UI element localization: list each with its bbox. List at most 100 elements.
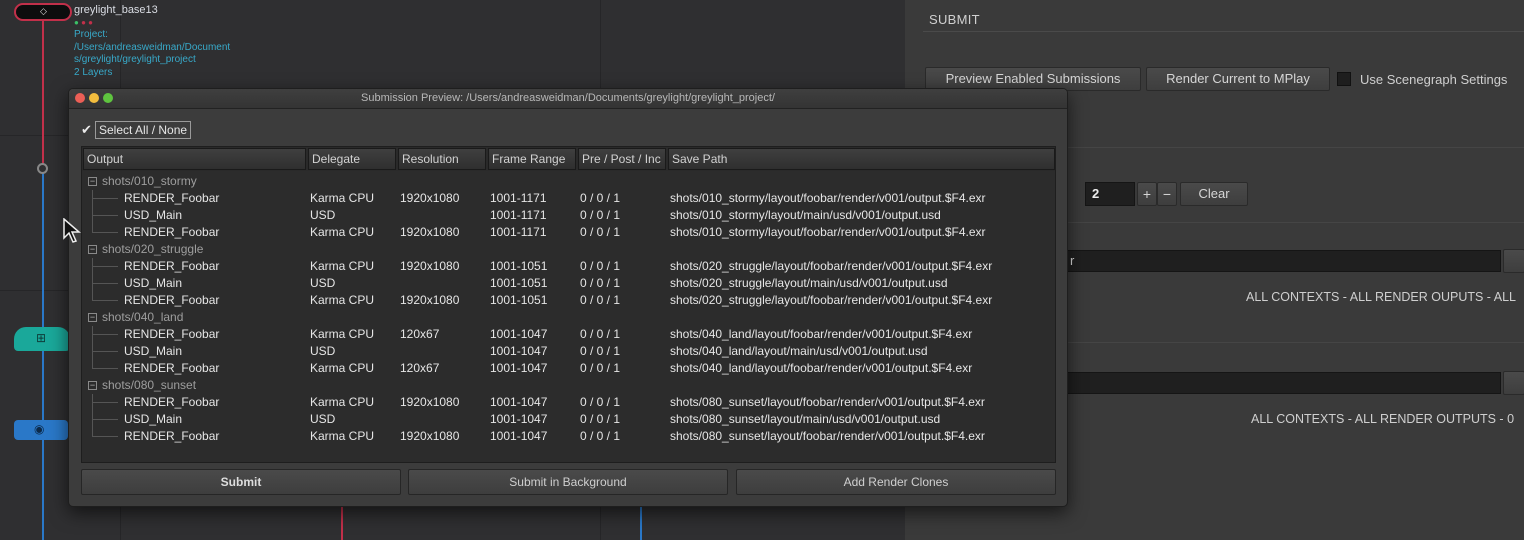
cell-path: shots/080_sunset/layout/main/usd/v001/ou… (670, 412, 941, 426)
cell-output: USD_Main (124, 344, 183, 358)
select-all-toggle[interactable]: ✔ Select All / None (81, 120, 192, 140)
cell-frames: 1001-1171 (490, 225, 547, 239)
contexts-summary-1: ALL CONTEXTS - ALL RENDER OUPUTS - ALL (1246, 290, 1516, 304)
cell-delegate: Karma CPU (310, 327, 375, 341)
cell-path: shots/010_stormy/layout/main/usd/v001/ou… (670, 208, 941, 222)
table-header: Output Delegate Resolution Frame Range P… (82, 147, 1055, 171)
tree-branch-line (92, 198, 118, 199)
cell-output: USD_Main (124, 208, 183, 222)
lop-node-blue[interactable]: ◉ (14, 420, 68, 440)
collapse-icon[interactable]: − (88, 313, 97, 322)
table-row[interactable]: USD_Main USD 1001-1047 0 / 0 / 1 shots/080_s… (82, 411, 1055, 428)
table-row[interactable]: RENDER_Foobar Karma CPU 120x67 1001-1047 0 /… (82, 326, 1055, 343)
cell-frames: 1001-1047 (490, 344, 548, 358)
cell-path: shots/010_stormy/layout/foobar/render/v0… (670, 225, 986, 239)
dialog-titlebar[interactable]: Submission Preview: /Users/andreasweidma… (69, 89, 1067, 109)
collapse-icon[interactable]: − (88, 381, 97, 390)
collapse-icon[interactable]: − (88, 245, 97, 254)
select-all-label[interactable]: Select All / None (95, 121, 192, 139)
node-flags-icon: ● ● ● (74, 17, 93, 27)
cell-frames: 1001-1171 (490, 191, 547, 205)
cell-resolution: 120x67 (400, 361, 440, 375)
cell-frames: 1001-1171 (490, 208, 547, 222)
grid-icon: ⊞ (36, 331, 47, 345)
table-row[interactable]: RENDER_Foobar Karma CPU 1920x1080 1001-1171… (82, 224, 1055, 241)
clear-button[interactable]: Clear (1180, 182, 1248, 206)
cell-output: RENDER_Foobar (124, 361, 220, 375)
divider (1035, 342, 1524, 343)
wire-dot-icon[interactable] (37, 163, 48, 174)
column-header-save-path[interactable]: Save Path (668, 148, 1055, 170)
column-header-pre-post-inc[interactable]: Pre / Post / Inc (578, 148, 666, 170)
table-row[interactable]: USD_Main USD 1001-1047 0 / 0 / 1 shots/040_l… (82, 343, 1055, 360)
table-row[interactable]: RENDER_Foobar Karma CPU 1920x1080 1001-1171… (82, 190, 1055, 207)
table-row[interactable]: RENDER_Foobar Karma CPU 1920x1080 1001-1051… (82, 258, 1055, 275)
cell-resolution: 1920x1080 (400, 293, 460, 307)
node-wire (42, 18, 44, 168)
cell-ppi: 0 / 0 / 1 (580, 412, 621, 426)
table-group-row[interactable]: − shots/080_sunset (82, 377, 1055, 394)
tree-branch-line (92, 300, 118, 301)
table-row[interactable]: RENDER_Foobar Karma CPU 120x67 1001-1047 0 /… (82, 360, 1055, 377)
field-menu-button[interactable] (1503, 249, 1524, 273)
scenegraph-label: Use Scenegraph Settings (1360, 72, 1508, 87)
cell-delegate: USD (310, 276, 336, 290)
cell-frames: 1001-1047 (490, 361, 548, 375)
render-mplay-button[interactable]: Render Current to MPlay (1146, 67, 1330, 91)
pattern-field-2[interactable] (1065, 372, 1501, 394)
column-header-frame-range[interactable]: Frame Range (488, 148, 576, 170)
cell-path: shots/010_stormy/layout/foobar/render/v0… (670, 191, 986, 205)
table-row[interactable]: USD_Main USD 1001-1051 0 / 0 / 1 shots/020_s… (82, 275, 1055, 292)
cell-ppi: 0 / 0 / 1 (580, 293, 621, 307)
cell-resolution: 1920x1080 (400, 225, 460, 239)
tree-branch-line (92, 351, 118, 352)
table-group-row[interactable]: − shots/040_land (82, 309, 1055, 326)
submit-background-button[interactable]: Submit in Background (408, 469, 728, 495)
cell-frames: 1001-1047 (490, 429, 548, 443)
table-row[interactable]: RENDER_Foobar Karma CPU 1920x1080 1001-1047… (82, 394, 1055, 411)
tree-branch-line (92, 368, 118, 369)
column-header-resolution[interactable]: Resolution (398, 148, 486, 170)
cell-delegate: USD (310, 412, 336, 426)
cell-output: RENDER_Foobar (124, 395, 220, 409)
field-menu-button[interactable] (1503, 371, 1524, 395)
decrement-button[interactable]: − (1157, 182, 1177, 206)
collapse-icon[interactable]: − (88, 177, 97, 186)
cell-delegate: Karma CPU (310, 225, 375, 239)
count-field[interactable]: 2 (1085, 182, 1135, 206)
cell-resolution: 1920x1080 (400, 191, 460, 205)
project-path-line2: s/greylight/greylight_project (74, 54, 196, 65)
cell-path: shots/080_sunset/layout/foobar/render/v0… (670, 395, 985, 409)
table-row[interactable]: USD_Main USD 1001-1171 0 / 0 / 1 shots/010_s… (82, 207, 1055, 224)
tree-branch-line (92, 215, 118, 216)
table-row[interactable]: RENDER_Foobar Karma CPU 1920x1080 1001-1051… (82, 292, 1055, 309)
table-group-row[interactable]: − shots/020_struggle (82, 241, 1055, 258)
layer-count: 2 Layers (74, 66, 113, 78)
column-header-output[interactable]: Output (83, 148, 306, 170)
cell-output: RENDER_Foobar (124, 259, 220, 273)
cell-path: shots/040_land/layout/foobar/render/v001… (670, 361, 973, 375)
column-header-delegate[interactable]: Delegate (308, 148, 396, 170)
table-row[interactable]: RENDER_Foobar Karma CPU 1920x1080 1001-1047… (82, 428, 1055, 445)
scenegraph-checkbox[interactable] (1337, 72, 1351, 86)
submit-heading: SUBMIT (929, 12, 980, 27)
cell-output: RENDER_Foobar (124, 225, 220, 239)
project-label: Project: (74, 29, 108, 40)
cell-frames: 1001-1051 (490, 293, 548, 307)
add-render-clones-button[interactable]: Add Render Clones (736, 469, 1056, 495)
cell-ppi: 0 / 0 / 1 (580, 276, 621, 290)
table-group-row[interactable]: − shots/010_stormy (82, 173, 1055, 190)
contexts-summary-2: ALL CONTEXTS - ALL RENDER OUTPUTS - 0 (1251, 412, 1515, 426)
pattern-field-1[interactable]: r (1065, 250, 1501, 272)
cell-resolution: 120x67 (400, 327, 440, 341)
node-wire (640, 505, 642, 540)
lop-node-greylight[interactable]: ◇ (14, 3, 72, 21)
divider (1035, 222, 1524, 223)
increment-button[interactable]: + (1137, 182, 1157, 206)
lop-node-teal[interactable]: ⊞ (14, 327, 70, 351)
cell-frames: 1001-1047 (490, 412, 548, 426)
cell-ppi: 0 / 0 / 1 (580, 395, 621, 409)
cell-ppi: 0 / 0 / 1 (580, 191, 621, 205)
submit-button[interactable]: Submit (81, 469, 401, 495)
cell-ppi: 0 / 0 / 1 (580, 429, 621, 443)
